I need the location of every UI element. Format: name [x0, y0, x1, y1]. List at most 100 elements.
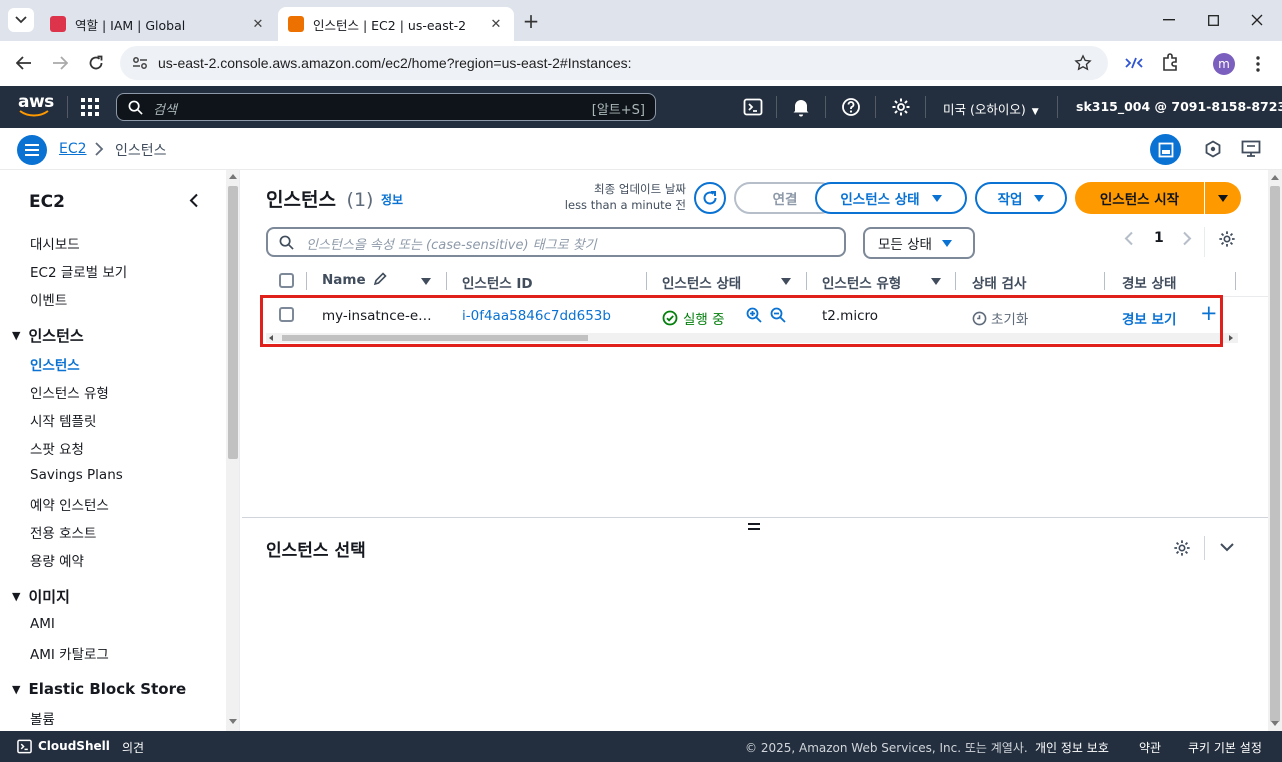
sidebar-title[interactable]: EC2	[29, 192, 65, 212]
main-vertical-scrollbar[interactable]	[1268, 170, 1282, 731]
sidebar-item-ami[interactable]: AMI	[30, 616, 55, 632]
privacy-link[interactable]: 개인 정보 보호	[1035, 739, 1109, 756]
sidebar-item-reserved-instances[interactable]: 예약 인스턴스	[30, 494, 109, 514]
table-preferences-gear-icon[interactable]	[1218, 230, 1236, 248]
cloudshell-icon[interactable]	[17, 739, 32, 754]
sidebar-section-ebs[interactable]: ▼ Elastic Block Store	[12, 680, 186, 698]
main-scroll-thumb[interactable]	[1270, 186, 1280, 722]
settings-gear-icon[interactable]	[891, 97, 911, 117]
sidebar-item-capacity-reservations[interactable]: 용량 예약	[30, 550, 84, 570]
state-filter-dropdown[interactable]: 모든 상태	[863, 227, 975, 259]
extension-icon[interactable]	[1124, 55, 1144, 71]
sort-caret-icon[interactable]	[421, 278, 431, 285]
scroll-down-arrow[interactable]	[1271, 721, 1279, 726]
column-header-status-check[interactable]: 상태 검사	[972, 272, 1026, 292]
global-search-input[interactable]: 검색 [알트+S]	[116, 93, 656, 121]
terms-link[interactable]: 약관	[1139, 739, 1161, 756]
info-link[interactable]: 정보	[381, 191, 403, 208]
minimize-button[interactable]	[1146, 6, 1192, 34]
puzzle-icon[interactable]	[1160, 53, 1180, 73]
sidebar-section-images[interactable]: ▼ 이미지	[12, 586, 70, 607]
bell-icon[interactable]	[791, 97, 811, 117]
sidebar-section-instances[interactable]: ▼ 인스턴스	[12, 325, 84, 346]
cookie-settings-link[interactable]: 쿠키 기본 설정	[1188, 739, 1262, 756]
caret-down-icon	[941, 239, 952, 247]
sort-caret-icon[interactable]	[931, 278, 941, 285]
sidebar-item-dedicated-hosts[interactable]: 전용 호스트	[30, 522, 96, 542]
feedback-screen-icon[interactable]	[1241, 140, 1261, 158]
sidebar-item-spot-requests[interactable]: 스팟 요청	[30, 438, 84, 458]
chevron-down-icon[interactable]	[1220, 543, 1234, 552]
region-selector[interactable]: 미국 (오하이오) ▼	[943, 99, 1039, 118]
split-panel-settings-gear-icon[interactable]	[1173, 539, 1191, 557]
launch-dropdown-button[interactable]	[1205, 182, 1241, 214]
feedback-link[interactable]: 의견	[122, 739, 144, 756]
sidebar-item-savings-plans[interactable]: Savings Plans	[30, 467, 123, 483]
cloudshell-link[interactable]: CloudShell	[38, 739, 110, 753]
tab-search-button[interactable]	[8, 8, 34, 32]
next-page-icon[interactable]	[1182, 231, 1192, 246]
sidebar-scroll-thumb[interactable]	[228, 186, 238, 459]
hexagon-icon[interactable]	[1204, 140, 1222, 158]
services-grid-icon[interactable]	[81, 98, 99, 116]
column-header-alarm-status[interactable]: 경보 상태	[1122, 272, 1176, 292]
sidebar-item-dashboard[interactable]: 대시보드	[30, 233, 80, 253]
launch-instance-button[interactable]: 인스턴스 시작	[1075, 182, 1204, 214]
sidebar-item-volumes[interactable]: 볼륨	[30, 708, 55, 728]
side-nav-toggle-button[interactable]	[17, 135, 47, 165]
sidebar-item-launch-templates[interactable]: 시작 템플릿	[30, 410, 96, 430]
scroll-up-arrow[interactable]	[229, 174, 237, 179]
scroll-up-arrow[interactable]	[1271, 175, 1279, 180]
collapse-sidebar-icon[interactable]	[189, 193, 199, 208]
breadcrumb-ec2-link[interactable]: EC2	[59, 141, 87, 157]
new-tab-button[interactable]: +	[520, 9, 542, 33]
cloudshell-icon[interactable]	[743, 97, 763, 117]
actions-label: 작업	[997, 192, 1023, 208]
close-icon[interactable]: ✕	[488, 16, 504, 32]
section-label: 이미지	[28, 588, 70, 606]
sidebar-item-events[interactable]: 이벤트	[30, 289, 67, 309]
sidebar-scrollbar[interactable]	[226, 170, 239, 731]
aws-logo[interactable]: aws	[18, 92, 54, 120]
page-number[interactable]: 1	[1154, 230, 1164, 246]
actions-dropdown[interactable]: 작업	[975, 182, 1067, 214]
column-header-name[interactable]: Name	[322, 272, 387, 288]
account-menu[interactable]: sk315_004 @ 7091-8158-8723▼	[1076, 99, 1282, 114]
help-icon[interactable]	[841, 97, 861, 117]
scroll-right-arrow[interactable]	[1229, 335, 1233, 341]
caret-down-icon: ▼	[12, 682, 21, 696]
menu-icon	[25, 144, 39, 156]
back-button[interactable]	[10, 49, 38, 77]
instance-state-dropdown[interactable]: 인스턴스 상태	[815, 182, 967, 214]
select-all-checkbox[interactable]	[279, 273, 294, 288]
column-header-instance-type[interactable]: 인스턴스 유형	[822, 272, 901, 292]
star-icon[interactable]	[1074, 54, 1092, 72]
scroll-down-arrow[interactable]	[229, 719, 237, 724]
split-panel-toggle-button[interactable]	[1150, 134, 1181, 165]
filter-input[interactable]: 인스턴스을 속성 또는 (case-sensitive) 태그로 찾기	[266, 227, 846, 257]
column-header-instance-id[interactable]: 인스턴스 ID	[462, 272, 533, 292]
address-bar[interactable]: us-east-2.console.aws.amazon.com/ec2/hom…	[120, 46, 1108, 80]
forward-button[interactable]	[46, 49, 74, 77]
reload-button[interactable]	[82, 49, 110, 77]
sort-caret-icon[interactable]	[781, 278, 791, 285]
filter-placeholder: 인스턴스을 속성 또는 (case-sensitive) 태그로 찾기	[306, 238, 597, 253]
browser-tab-ec2[interactable]: 인스턴스 | EC2 | us-east-2 ✕	[278, 7, 514, 41]
refresh-button[interactable]	[694, 182, 726, 214]
sidebar-item-ami-catalog[interactable]: AMI 카탈로그	[30, 643, 109, 663]
profile-avatar[interactable]: m	[1213, 53, 1235, 75]
sidebar-item-global-view[interactable]: EC2 글로벌 보기	[30, 261, 127, 281]
maximize-button[interactable]	[1190, 6, 1236, 34]
split-panel-resize-handle[interactable]	[748, 523, 760, 531]
side-navigation: EC2 대시보드 EC2 글로벌 보기 이벤트 ▼ 인스턴스 인스턴스 인스턴스 …	[0, 170, 240, 731]
browser-menu-button[interactable]	[1250, 54, 1266, 74]
caret-down-icon	[1218, 194, 1228, 202]
close-window-button[interactable]	[1234, 6, 1280, 34]
site-settings-icon[interactable]	[132, 55, 148, 71]
previous-page-icon[interactable]	[1124, 231, 1134, 246]
sidebar-item-instance-types[interactable]: 인스턴스 유형	[30, 382, 109, 402]
sidebar-item-instances[interactable]: 인스턴스	[30, 354, 80, 374]
column-header-instance-state[interactable]: 인스턴스 상태	[662, 272, 741, 292]
close-icon[interactable]: ✕	[250, 16, 266, 32]
browser-tab-iam[interactable]: 역할 | IAM | Global ✕	[40, 7, 276, 41]
